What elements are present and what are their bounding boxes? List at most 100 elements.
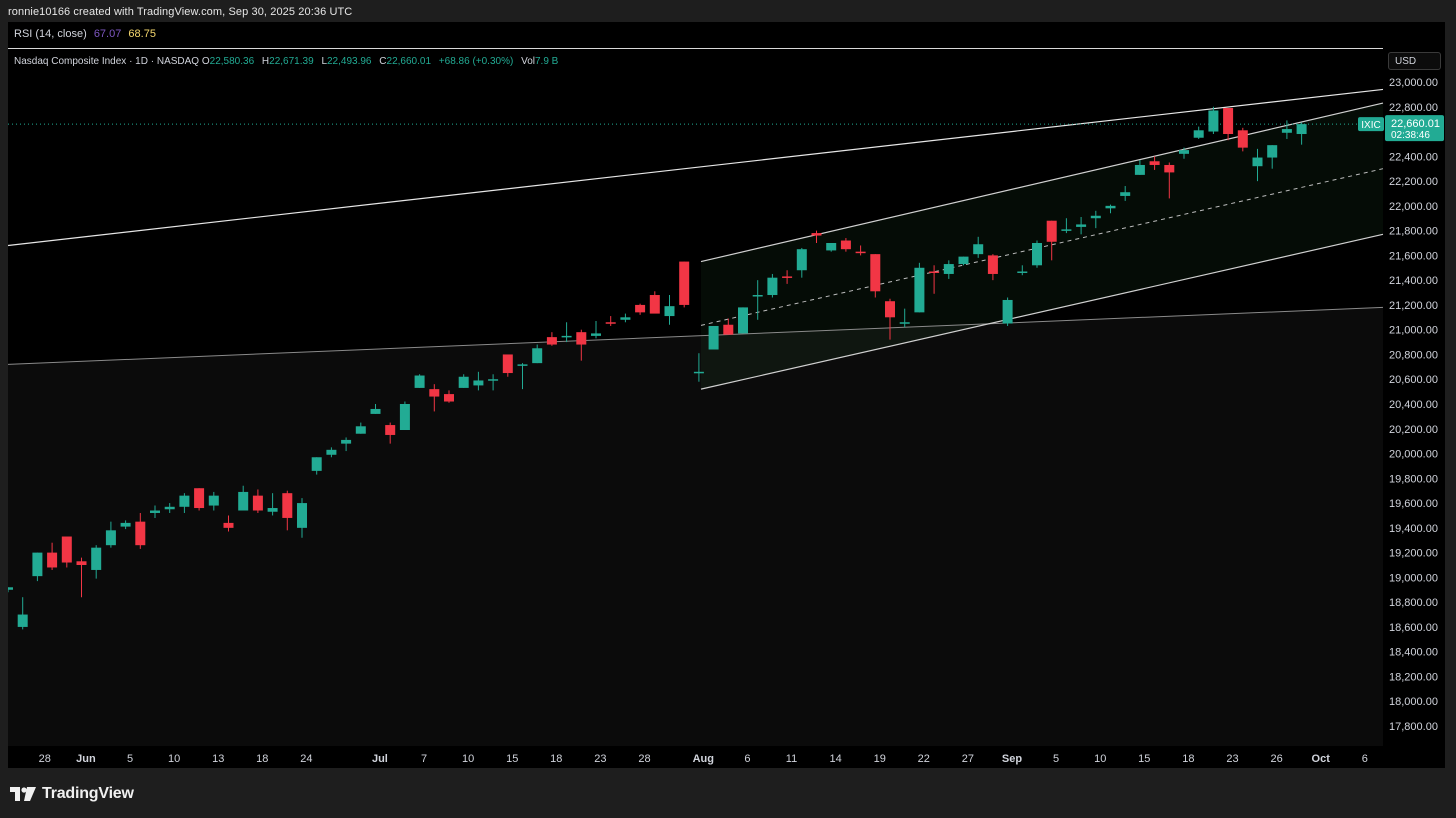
- candle-body[interactable]: [1208, 110, 1219, 132]
- candle-body[interactable]: [164, 506, 175, 510]
- candle-body[interactable]: [297, 503, 307, 528]
- candle-body[interactable]: [76, 561, 87, 565]
- change-value: +68.86 (+0.30%): [438, 56, 514, 67]
- candle-body[interactable]: [311, 457, 322, 471]
- candle-body[interactable]: [826, 243, 837, 251]
- candle-body[interactable]: [429, 389, 440, 397]
- candle-body[interactable]: [1002, 299, 1013, 324]
- candle-body[interactable]: [208, 495, 219, 506]
- candle-body[interactable]: [8, 587, 13, 590]
- candle-body[interactable]: [899, 322, 910, 324]
- candle-body[interactable]: [620, 317, 631, 320]
- candle-body[interactable]: [855, 251, 866, 254]
- candle-body[interactable]: [47, 552, 58, 568]
- candle-body[interactable]: [708, 325, 719, 350]
- candle-body[interactable]: [591, 333, 601, 336]
- candle-body[interactable]: [914, 267, 925, 313]
- time-tick-label: 11: [786, 753, 797, 765]
- candle-body[interactable]: [399, 404, 410, 431]
- candle-body[interactable]: [870, 254, 881, 292]
- candle-body[interactable]: [693, 371, 704, 374]
- candle-body[interactable]: [223, 522, 234, 528]
- candle-body[interactable]: [1134, 164, 1145, 175]
- candle-body[interactable]: [1032, 243, 1042, 266]
- candle-body[interactable]: [17, 614, 28, 627]
- candle-body[interactable]: [664, 306, 675, 317]
- candle-body[interactable]: [1105, 205, 1116, 209]
- candle-body[interactable]: [796, 249, 807, 271]
- candle-body[interactable]: [1164, 164, 1175, 173]
- candle-body[interactable]: [1193, 130, 1204, 138]
- candle-body[interactable]: [194, 488, 205, 509]
- candle-body[interactable]: [91, 547, 102, 570]
- candle-body[interactable]: [341, 439, 352, 444]
- candle-body[interactable]: [840, 240, 851, 250]
- footer-logo[interactable]: TradingView: [10, 784, 134, 804]
- candle-body[interactable]: [517, 364, 528, 366]
- candle-body[interactable]: [370, 408, 381, 414]
- candle-body[interactable]: [1046, 220, 1057, 242]
- candle-body[interactable]: [1149, 161, 1160, 165]
- candle-body[interactable]: [561, 335, 572, 338]
- candle-body[interactable]: [444, 394, 454, 402]
- currency-button[interactable]: USD: [1388, 52, 1441, 70]
- candle-body[interactable]: [1120, 192, 1131, 196]
- price-chart[interactable]: 23,000.0022,800.0022,600.0022,400.0022,2…: [8, 22, 1445, 768]
- candle-body[interactable]: [135, 521, 146, 546]
- candle-body[interactable]: [1076, 224, 1087, 227]
- candle-body[interactable]: [576, 332, 587, 345]
- candle-body[interactable]: [532, 348, 543, 364]
- time-tick-label: 26: [1270, 753, 1282, 765]
- candle-body[interactable]: [767, 277, 778, 296]
- candle-body[interactable]: [414, 375, 425, 388]
- candle-body[interactable]: [635, 304, 646, 313]
- candle-body[interactable]: [385, 425, 396, 435]
- candle-body[interactable]: [267, 508, 278, 512]
- candle-body[interactable]: [1179, 150, 1189, 154]
- candle-body[interactable]: [679, 261, 690, 305]
- candle-body[interactable]: [929, 271, 940, 273]
- candle-body[interactable]: [355, 426, 366, 434]
- candle-body[interactable]: [473, 380, 484, 386]
- candle-body[interactable]: [105, 530, 116, 546]
- candle-body[interactable]: [1237, 130, 1248, 148]
- candle-body[interactable]: [1281, 129, 1292, 133]
- candle-body[interactable]: [943, 264, 954, 274]
- candle-body[interactable]: [61, 536, 72, 563]
- candle-body[interactable]: [282, 493, 293, 518]
- candle-body[interactable]: [120, 522, 131, 527]
- candle-body[interactable]: [326, 449, 337, 455]
- candle-body[interactable]: [488, 379, 499, 381]
- candle-body[interactable]: [738, 307, 748, 334]
- candle-body[interactable]: [811, 233, 822, 236]
- candle-body[interactable]: [885, 301, 895, 318]
- time-tick-label: 10: [462, 753, 474, 765]
- candle-body[interactable]: [1061, 229, 1072, 231]
- candle-body[interactable]: [1252, 157, 1263, 167]
- time-tick-label: 15: [1138, 753, 1150, 765]
- candle-body[interactable]: [973, 244, 984, 255]
- candle-body[interactable]: [782, 276, 793, 278]
- candle-body[interactable]: [238, 491, 249, 511]
- candle-body[interactable]: [605, 322, 616, 324]
- candle-body[interactable]: [723, 324, 734, 335]
- candle-body[interactable]: [150, 510, 160, 513]
- candle-body[interactable]: [179, 495, 190, 507]
- candle-body[interactable]: [752, 295, 763, 297]
- candle-body[interactable]: [1017, 271, 1028, 273]
- chart-frame[interactable]: RSI (14, close) 67.07 68.75 23,000.00 22,…: [8, 22, 1445, 768]
- candle-body[interactable]: [958, 256, 969, 265]
- price-tick-label: 17,800.00: [1389, 721, 1438, 733]
- candle-body[interactable]: [1296, 124, 1307, 135]
- candle-body[interactable]: [546, 337, 557, 345]
- candle-body[interactable]: [649, 295, 660, 314]
- candle-body[interactable]: [1223, 108, 1234, 135]
- candle-body[interactable]: [458, 376, 469, 388]
- candle-body[interactable]: [987, 255, 998, 274]
- candle-body[interactable]: [252, 495, 263, 511]
- candle-body[interactable]: [1090, 215, 1101, 219]
- candle-body[interactable]: [502, 354, 513, 374]
- open-label: O: [201, 56, 210, 67]
- candle-body[interactable]: [1267, 145, 1278, 158]
- candle-body[interactable]: [32, 552, 43, 577]
